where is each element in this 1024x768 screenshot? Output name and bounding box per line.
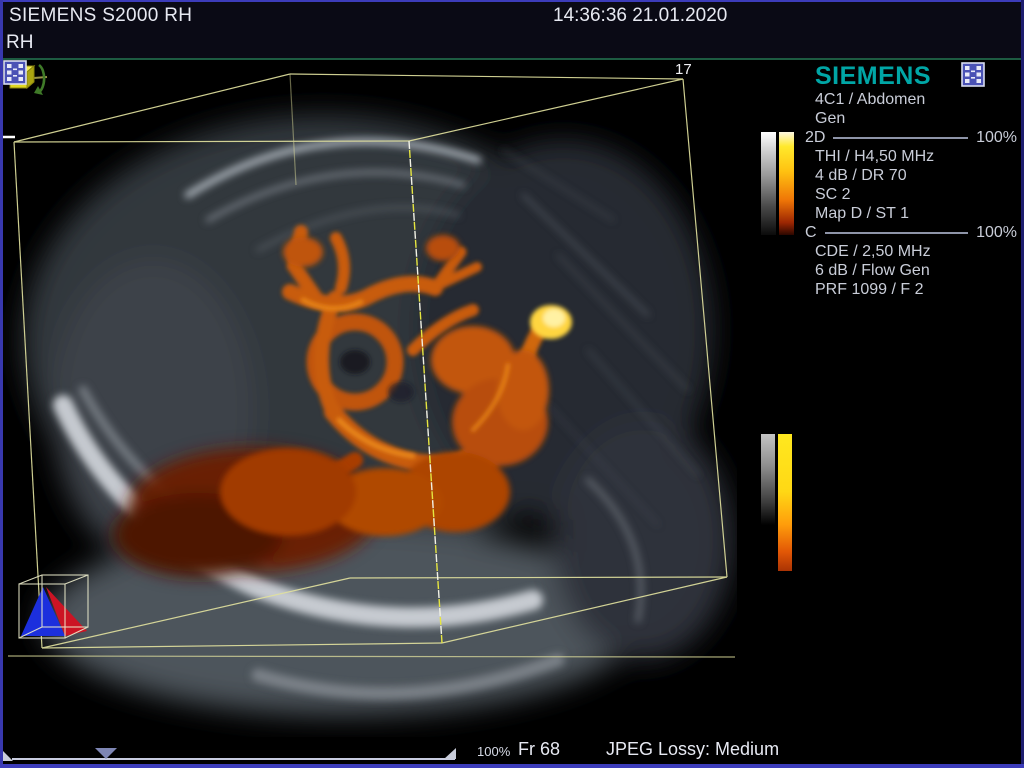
ultrasound-screen: SIEMENS S2000 RH 14:36:36 21.01.2020 RH — [0, 0, 1024, 768]
doppler-map-bar — [779, 132, 794, 235]
preset-label: Gen — [805, 109, 1017, 128]
setting-line: 4 dB / DR 70 — [805, 166, 1017, 185]
clip-film-icon[interactable] — [3, 60, 27, 85]
setting-line: Map D / ST 1 — [805, 204, 1017, 223]
title-bar: SIEMENS S2000 RH 14:36:36 21.01.2020 RH — [3, 2, 1021, 58]
color-mode-gain-row: C 100% — [805, 223, 1017, 242]
b-mode-gain-row: 2D 100% — [805, 128, 1017, 147]
zoom-level: 100% — [477, 744, 510, 759]
setting-line: THI / H4,50 MHz — [805, 147, 1017, 166]
screen-border-top — [0, 0, 1024, 2]
setting-line: SC 2 — [805, 185, 1017, 204]
scan-area: 17 — [3, 60, 737, 737]
gain-rule — [825, 232, 969, 234]
render-grayscale-bar — [761, 434, 775, 525]
frame-number: 17 — [675, 61, 692, 78]
cine-end-icon — [444, 748, 456, 759]
siemens-logo: SIEMENS — [805, 62, 1017, 90]
setting-line: CDE / 2,50 MHz — [805, 242, 1017, 261]
gain-rule — [833, 137, 968, 139]
bottom-status-bar: 100% Fr 68 JPEG Lossy: Medium — [0, 737, 1024, 764]
b-mode-label: 2D — [805, 128, 825, 147]
frame-counter: Fr 68 — [518, 739, 560, 760]
color-mode-gain: 100% — [976, 223, 1017, 242]
probe-label: 4C1 / Abdomen — [805, 90, 1017, 109]
b-mode-gain: 100% — [976, 128, 1017, 147]
cine-scrollbar[interactable] — [12, 758, 455, 760]
screen-border-bottom — [0, 764, 1024, 768]
screen-border-left — [0, 0, 3, 768]
system-subtitle: RH — [6, 32, 33, 54]
setting-line: PRF 1099 / F 2 — [805, 280, 1017, 299]
imaging-parameters-panel: SIEMENS 4C1 / Abdomen Gen 2D 100% THI / … — [737, 60, 1021, 737]
setting-line: 6 dB / Flow Gen — [805, 261, 1017, 280]
compression-status: JPEG Lossy: Medium — [606, 739, 779, 760]
cine-position-marker[interactable] — [95, 748, 117, 759]
grayscale-map-bar — [761, 132, 776, 235]
system-title: SIEMENS S2000 RH — [9, 5, 192, 27]
color-mode-label: C — [805, 223, 817, 242]
ultrasound-render — [3, 60, 737, 737]
datetime: 14:36:36 21.01.2020 — [553, 5, 727, 27]
render-color-bar — [778, 434, 792, 571]
